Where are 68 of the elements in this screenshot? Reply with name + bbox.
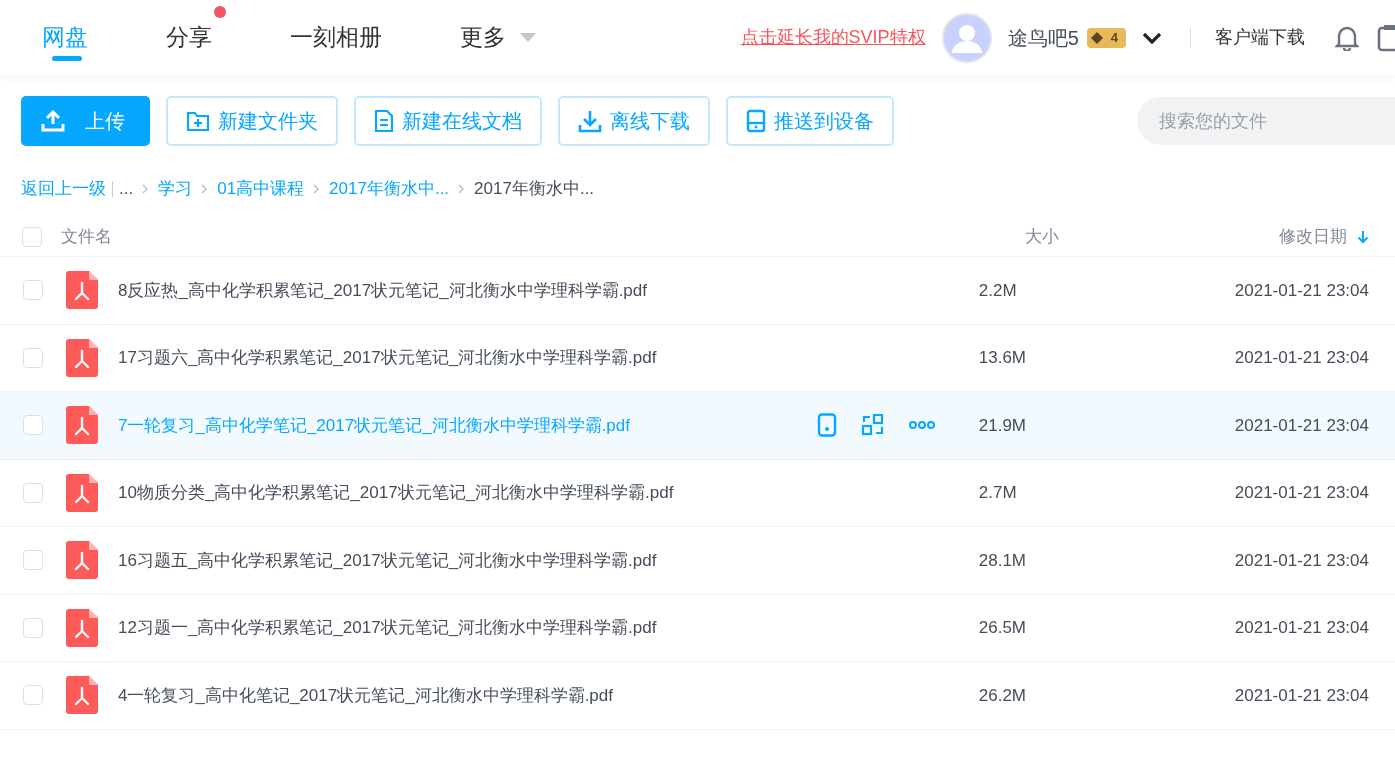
nav-tab[interactable]: 更多 bbox=[460, 0, 550, 75]
username[interactable]: 途鸟吧5 bbox=[1007, 22, 1079, 53]
diamond-icon bbox=[1090, 31, 1103, 44]
document-icon bbox=[374, 109, 394, 133]
chevron-right-icon bbox=[142, 183, 150, 194]
device-icon bbox=[746, 109, 766, 133]
checkbox[interactable] bbox=[23, 685, 43, 706]
file-size: 2.2M bbox=[978, 279, 1018, 302]
file-size: 28.1M bbox=[978, 549, 1027, 572]
modified-date: 2021-01-21 23:04 bbox=[1234, 347, 1369, 369]
file-size: 26.5M bbox=[978, 617, 1027, 639]
chevron-down-icon[interactable] bbox=[1142, 30, 1162, 45]
pdf-file-icon bbox=[66, 406, 98, 445]
breadcrumb-item: ... bbox=[119, 177, 134, 200]
sort-down-icon bbox=[1357, 229, 1369, 244]
convert-icon[interactable] bbox=[860, 414, 885, 437]
file-name[interactable]: 8反应热_高中化学积累笔记_2017状元笔记_河北衡水中学理科学霸.pdf bbox=[118, 277, 647, 303]
file-size: 13.6M bbox=[978, 347, 1027, 369]
modified-date: 2021-01-21 23:04 bbox=[1234, 482, 1369, 504]
pdf-file-icon bbox=[66, 541, 98, 580]
file-name[interactable]: 16习题五_高中化学积累笔记_2017状元笔记_河北衡水中学理科学霸.pdf bbox=[118, 547, 657, 573]
chevron-right-icon bbox=[313, 183, 321, 194]
modified-date: 2021-01-21 23:04 bbox=[1234, 617, 1369, 639]
checkbox[interactable] bbox=[23, 482, 43, 503]
client-download-link[interactable]: 客户端下载 bbox=[1215, 24, 1305, 51]
avatar[interactable] bbox=[941, 12, 992, 63]
download-icon bbox=[578, 109, 602, 133]
bell-icon[interactable] bbox=[1335, 24, 1359, 51]
modified-date: 2021-01-21 23:04 bbox=[1234, 414, 1369, 437]
file-name[interactable]: 10物质分类_高中化学积累笔记_2017状元笔记_河北衡水中学理科学霸.pdf bbox=[118, 480, 674, 506]
modified-date: 2021-01-21 23:04 bbox=[1234, 684, 1369, 707]
pdf-file-icon bbox=[66, 676, 98, 715]
checkbox[interactable] bbox=[22, 226, 42, 247]
chevron-right-icon bbox=[458, 183, 466, 194]
file-name[interactable]: 4一轮复习_高中化笔记_2017状元笔记_河北衡水中学理科学霸.pdf bbox=[118, 682, 613, 708]
chevron-right-icon bbox=[201, 183, 209, 194]
modified-date: 2021-01-21 23:04 bbox=[1234, 279, 1369, 302]
breadcrumb-item: 2017年衡水中... bbox=[474, 177, 595, 200]
column-header[interactable]: 大小 bbox=[1025, 223, 1059, 250]
caret-down-icon bbox=[520, 32, 536, 43]
checkbox[interactable] bbox=[23, 280, 43, 301]
pdf-file-icon bbox=[66, 271, 98, 310]
pdf-file-icon bbox=[66, 338, 98, 377]
nav-tab[interactable]: 一刻相册 bbox=[290, 0, 396, 75]
more-icon[interactable] bbox=[908, 420, 935, 431]
nav-tab[interactable]: 分享 bbox=[166, 0, 226, 75]
pdf-file-icon bbox=[66, 473, 98, 512]
vip-level-badge: 4 bbox=[1086, 27, 1126, 48]
phone-icon[interactable] bbox=[816, 413, 837, 438]
file-size: 26.2M bbox=[978, 684, 1027, 707]
file-name[interactable]: 17习题六_高中化学积累笔记_2017状元笔记_河北衡水中学理科学霸.pdf bbox=[118, 345, 657, 371]
checkbox[interactable] bbox=[23, 347, 43, 368]
search-field[interactable]: 搜索您的文件 bbox=[1137, 97, 1395, 145]
checkbox[interactable] bbox=[23, 617, 43, 638]
active-tab-indicator bbox=[52, 56, 82, 61]
file-size: 2.7M bbox=[978, 482, 1018, 504]
file-row[interactable]: 7一轮复习_高中化学笔记_2017状元笔记_河北衡水中学理科学霸.pdf 21.9M 2021-01-21 23:04 bbox=[0, 392, 1395, 460]
modified-date: 2021-01-21 23:04 bbox=[1234, 549, 1369, 572]
folder-plus-icon bbox=[186, 110, 210, 132]
file-size: 21.9M bbox=[978, 414, 1027, 437]
column-header[interactable]: 修改日期 bbox=[1279, 223, 1369, 250]
checkbox[interactable] bbox=[23, 550, 43, 571]
column-header: 文件名 bbox=[61, 225, 112, 248]
clipboard-icon[interactable] bbox=[1377, 23, 1395, 52]
file-name[interactable]: 12习题一_高中化学积累笔记_2017状元笔记_河北衡水中学理科学霸.pdf bbox=[118, 615, 657, 641]
checkbox[interactable] bbox=[23, 415, 43, 436]
pdf-file-icon bbox=[66, 608, 98, 647]
upload-icon bbox=[41, 110, 65, 132]
